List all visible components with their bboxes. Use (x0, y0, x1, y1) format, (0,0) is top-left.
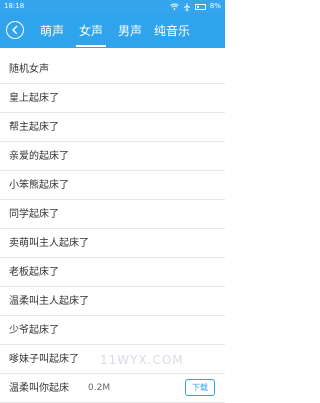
list-item[interactable]: 亲爱的起床了 (0, 142, 225, 171)
wifi-icon (170, 3, 179, 10)
list-item[interactable]: 随机女声 (0, 55, 225, 84)
list-item-label: 温柔叫主人起床了 (9, 296, 89, 307)
chevron-left-icon (12, 25, 18, 35)
battery-percent: 8% (209, 2, 221, 10)
app-bar: 萌声 女声 男声 纯音乐 (0, 13, 225, 48)
list-item[interactable]: 帮主起床了 (0, 113, 225, 142)
tab-female-voice[interactable]: 女声 (76, 19, 106, 47)
tab-pure-music[interactable]: 纯音乐 (152, 19, 192, 45)
list-item-label: 卖萌叫主人起床了 (9, 238, 89, 249)
list-item-label: 少爷起床了 (9, 325, 59, 336)
list-item[interactable]: 同学起床了 (0, 200, 225, 229)
list-item[interactable]: 卖萌叫主人起床了 (0, 229, 225, 258)
list-item[interactable]: 小笨熊起床了 (0, 171, 225, 200)
list-item-label: 皇上起床了 (9, 93, 59, 104)
list-item-label: 温柔叫你起床 (9, 383, 69, 394)
tab-cute-voice[interactable]: 萌声 (38, 19, 66, 45)
list-item-selected[interactable]: 温柔叫你起床 0.2M 下载 (0, 374, 225, 403)
list-item-label: 帮主起床了 (9, 122, 59, 133)
list-item-label: 嗲妹子叫起床了 (9, 354, 79, 365)
file-size: 0.2M (88, 383, 111, 393)
airplane-icon (183, 3, 191, 11)
list-item-label: 同学起床了 (9, 209, 59, 220)
list-item[interactable]: 老板起床了 (0, 258, 225, 287)
status-bar: 18:18 8% (0, 0, 225, 13)
list-item[interactable]: 温柔叫主人起床了 (0, 287, 225, 316)
list-item-label: 老板起床了 (9, 267, 59, 278)
list-item-label: 亲爱的起床了 (9, 151, 69, 162)
status-icons: 8% (170, 0, 221, 13)
watermark: 11WYX.COM (100, 353, 184, 367)
list-item[interactable]: 少爷起床了 (0, 316, 225, 345)
status-time: 18:18 (4, 2, 25, 10)
back-button[interactable] (6, 21, 24, 39)
list-item-label: 随机女声 (9, 64, 49, 75)
download-button[interactable]: 下载 (185, 379, 215, 396)
tab-male-voice[interactable]: 男声 (116, 19, 144, 45)
list-item-label: 小笨熊起床了 (9, 180, 69, 191)
battery-icon (194, 3, 206, 10)
list-item[interactable]: 皇上起床了 (0, 84, 225, 113)
